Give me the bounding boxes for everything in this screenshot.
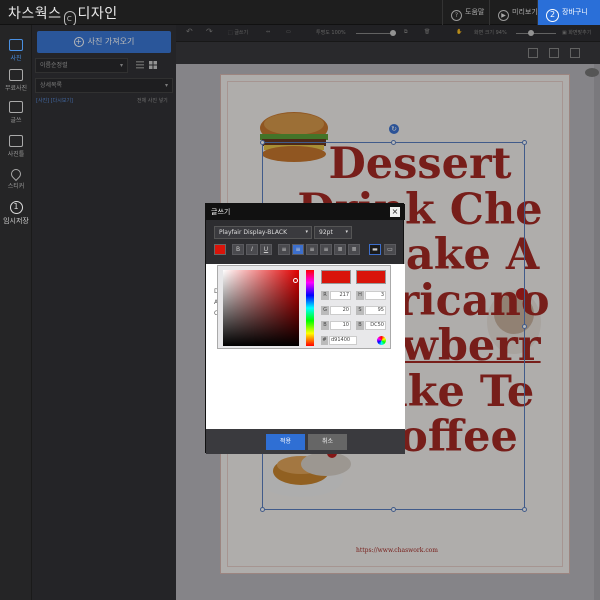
saturation-value-area[interactable] [223,270,299,346]
blue-channel-field[interactable]: B 10 [321,321,351,330]
sidebar-item-frame[interactable]: 사진틀 [0,135,32,158]
align-right-icon[interactable]: ≡ [306,244,318,255]
sidebar-item-sticker[interactable]: 스티커 [0,166,32,190]
green-channel-field[interactable]: G 20 [321,306,351,315]
letter-spacing-icon[interactable]: ≣ [348,244,360,255]
align-left-icon[interactable]: ≡ [278,244,290,255]
channel-value: 217 [330,291,351,300]
color-cursor[interactable] [293,278,298,283]
sidebar-item-label: 사진 [10,55,22,62]
hue-slider[interactable] [306,270,314,346]
brand-left-text: 차스웍스 [8,6,62,22]
cancel-button[interactable]: 취소 [308,434,347,450]
text-icon [9,101,23,113]
align-justify-icon[interactable]: ≡ [320,244,332,255]
font-family-select[interactable]: Playfair Display-BLACK ▾ [214,226,312,239]
font-size-select[interactable]: 92pt ▾ [314,226,352,239]
photo-icon [9,39,23,51]
outline-icon[interactable]: ▭ [384,244,396,255]
frame-icon [9,135,23,147]
dialog-footer: 적용 취소 [206,429,405,454]
sidebar-item-label: 사진틀 [7,151,25,158]
color-picker: R 217 H3 G 20 S 95 B 10 B DC50 # d91400 [217,265,391,349]
sidebar-item-free-photo[interactable]: 무료사진 [0,69,32,92]
cart-step-number: 2 [546,9,559,22]
brand-right-text: 디자인 [77,6,118,22]
left-icon-bar: 사진 무료사진 글쓰 사진틀 스티커 1 임시저장 [0,25,32,600]
text-box-icon[interactable]: ▬ [369,244,381,255]
help-button[interactable]: ? 도움말 [442,0,492,25]
font-family-value: Playfair Display-BLACK [219,229,288,236]
add-to-cart-button[interactable]: 2장바구니 담기 [537,0,600,41]
align-center-icon[interactable]: ≡ [292,244,304,255]
channel-value: 10 [330,321,351,330]
color-wheel-icon[interactable] [377,336,386,345]
chevron-down-icon: ▾ [345,229,348,235]
channel-key: B [356,321,364,330]
preview-label: 미리보기 [512,8,538,16]
line-spacing-icon[interactable]: ≣ [334,244,346,255]
sidebar-item-text[interactable]: 글쓰 [0,101,32,124]
channel-key: B [321,321,329,330]
hex-field[interactable]: # d91400 [321,336,357,345]
brightness-channel-field[interactable]: B DC50 [356,321,386,330]
brand-logo[interactable]: 차스웍스 C 디자인 [8,3,118,27]
heart-icon [8,166,24,182]
new-color-preview [321,270,351,284]
sidebar-item-photo[interactable]: 사진 [0,39,32,62]
channel-value: 3 [365,291,386,300]
italic-button[interactable]: I [246,244,258,255]
image-icon [9,69,23,81]
underline-button[interactable]: U [260,244,272,255]
channel-value: DC50 [365,321,386,330]
channel-value: 95 [365,306,386,315]
temp-save-count-icon: 1 [9,201,23,214]
channel-key: G [321,306,329,315]
text-color-swatch[interactable] [214,244,226,255]
red-channel-field[interactable]: R 217 [321,291,351,300]
hex-value: d91400 [329,336,357,345]
channel-key: S [356,306,364,315]
help-label: 도움말 [465,8,485,16]
sidebar-item-temp-save[interactable]: 1 임시저장 [0,201,32,226]
top-bar: 차스웍스C디자인 ?도움말 ▶미리보기 2장바구니 담기 [0,0,600,41]
channel-key: R [321,291,329,300]
sidebar-item-label: 임시저장 [3,217,29,225]
sidebar-item-label: 글쓰 [10,117,22,124]
bold-button[interactable]: B [232,244,244,255]
saturation-channel-field[interactable]: S 95 [356,306,386,315]
close-icon[interactable]: × [390,207,400,217]
channel-key: H [356,291,364,300]
chevron-down-icon: ▾ [305,229,308,235]
channel-value: 20 [330,306,351,315]
help-icon: ? [451,10,462,21]
play-icon: ▶ [498,10,509,21]
apply-button[interactable]: 적용 [266,434,305,450]
sidebar-item-label: 무료사진 [4,85,28,92]
hue-channel-field[interactable]: H3 [356,291,386,300]
current-color-preview [356,270,386,284]
hex-key: # [321,336,328,345]
dialog-title: 글쓰기 [206,204,405,220]
font-size-value: 92pt [319,229,333,236]
sidebar-item-label: 스티커 [7,183,25,190]
